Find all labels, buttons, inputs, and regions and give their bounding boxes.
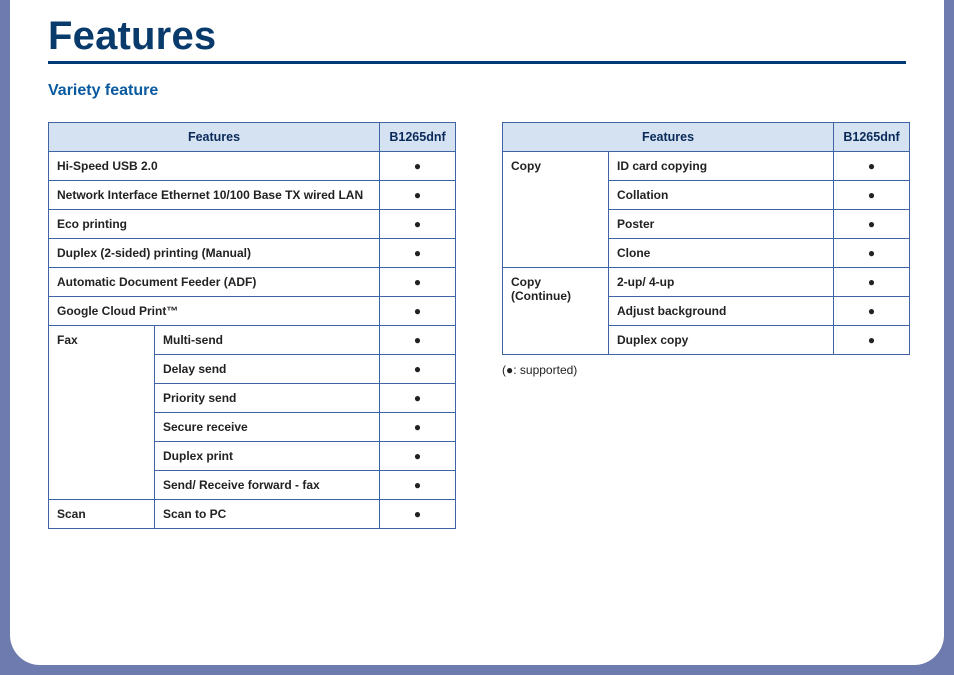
legend-text: (●: supported) xyxy=(502,363,910,377)
feature-cell: Send/ Receive forward - fax xyxy=(155,471,380,500)
column-left: Features B1265dnf Hi-Speed USB 2.0●Netwo… xyxy=(48,122,456,529)
support-mark: ● xyxy=(380,268,456,297)
features-table-2: Features B1265dnf CopyID card copying●Co… xyxy=(502,122,910,355)
table-row: Automatic Document Feeder (ADF)● xyxy=(49,268,456,297)
support-mark: ● xyxy=(380,442,456,471)
feature-cell: Priority send xyxy=(155,384,380,413)
feature-cell: Secure receive xyxy=(155,413,380,442)
support-mark: ● xyxy=(380,384,456,413)
group-cell: Copy xyxy=(503,152,609,268)
support-mark: ● xyxy=(380,181,456,210)
feature-cell: Eco printing xyxy=(49,210,380,239)
column-right: Features B1265dnf CopyID card copying●Co… xyxy=(502,122,910,377)
page-title: Features xyxy=(48,14,906,64)
feature-cell: Multi-send xyxy=(155,326,380,355)
support-mark: ● xyxy=(380,500,456,529)
table-row: Eco printing● xyxy=(49,210,456,239)
support-mark: ● xyxy=(834,239,910,268)
support-mark: ● xyxy=(380,355,456,384)
support-mark: ● xyxy=(380,297,456,326)
table-row: Hi-Speed USB 2.0● xyxy=(49,152,456,181)
support-mark: ● xyxy=(834,210,910,239)
feature-cell: ID card copying xyxy=(609,152,834,181)
group-cell: Fax xyxy=(49,326,155,500)
support-mark: ● xyxy=(834,326,910,355)
feature-cell: Automatic Document Feeder (ADF) xyxy=(49,268,380,297)
feature-cell: Hi-Speed USB 2.0 xyxy=(49,152,380,181)
document-page: Features Variety feature Features B1265d… xyxy=(10,0,944,665)
feature-cell: Duplex (2-sided) printing (Manual) xyxy=(49,239,380,268)
support-mark: ● xyxy=(834,181,910,210)
table-row: FaxMulti-send● xyxy=(49,326,456,355)
support-mark: ● xyxy=(380,326,456,355)
feature-cell: 2-up/ 4-up xyxy=(609,268,834,297)
table-row: Google Cloud Print™● xyxy=(49,297,456,326)
content-columns: Features B1265dnf Hi-Speed USB 2.0●Netwo… xyxy=(48,122,906,529)
th-model: B1265dnf xyxy=(380,123,456,152)
feature-cell: Scan to PC xyxy=(155,500,380,529)
table-row: ScanScan to PC● xyxy=(49,500,456,529)
feature-cell: Network Interface Ethernet 10/100 Base T… xyxy=(49,181,380,210)
feature-cell: Google Cloud Print™ xyxy=(49,297,380,326)
table-row: CopyID card copying● xyxy=(503,152,910,181)
th-features: Features xyxy=(503,123,834,152)
table-row: Copy (Continue)2-up/ 4-up● xyxy=(503,268,910,297)
feature-cell: Collation xyxy=(609,181,834,210)
support-mark: ● xyxy=(380,413,456,442)
feature-cell: Clone xyxy=(609,239,834,268)
support-mark: ● xyxy=(834,152,910,181)
support-mark: ● xyxy=(380,239,456,268)
support-mark: ● xyxy=(834,268,910,297)
support-mark: ● xyxy=(834,297,910,326)
support-mark: ● xyxy=(380,210,456,239)
feature-cell: Adjust background xyxy=(609,297,834,326)
feature-cell: Poster xyxy=(609,210,834,239)
group-cell: Copy (Continue) xyxy=(503,268,609,355)
support-mark: ● xyxy=(380,152,456,181)
section-subtitle: Variety feature xyxy=(48,82,906,100)
th-model: B1265dnf xyxy=(834,123,910,152)
th-features: Features xyxy=(49,123,380,152)
feature-cell: Delay send xyxy=(155,355,380,384)
table-row: Network Interface Ethernet 10/100 Base T… xyxy=(49,181,456,210)
table-row: Duplex (2-sided) printing (Manual)● xyxy=(49,239,456,268)
group-cell: Scan xyxy=(49,500,155,529)
features-table-1: Features B1265dnf Hi-Speed USB 2.0●Netwo… xyxy=(48,122,456,529)
feature-cell: Duplex print xyxy=(155,442,380,471)
support-mark: ● xyxy=(380,471,456,500)
feature-cell: Duplex copy xyxy=(609,326,834,355)
